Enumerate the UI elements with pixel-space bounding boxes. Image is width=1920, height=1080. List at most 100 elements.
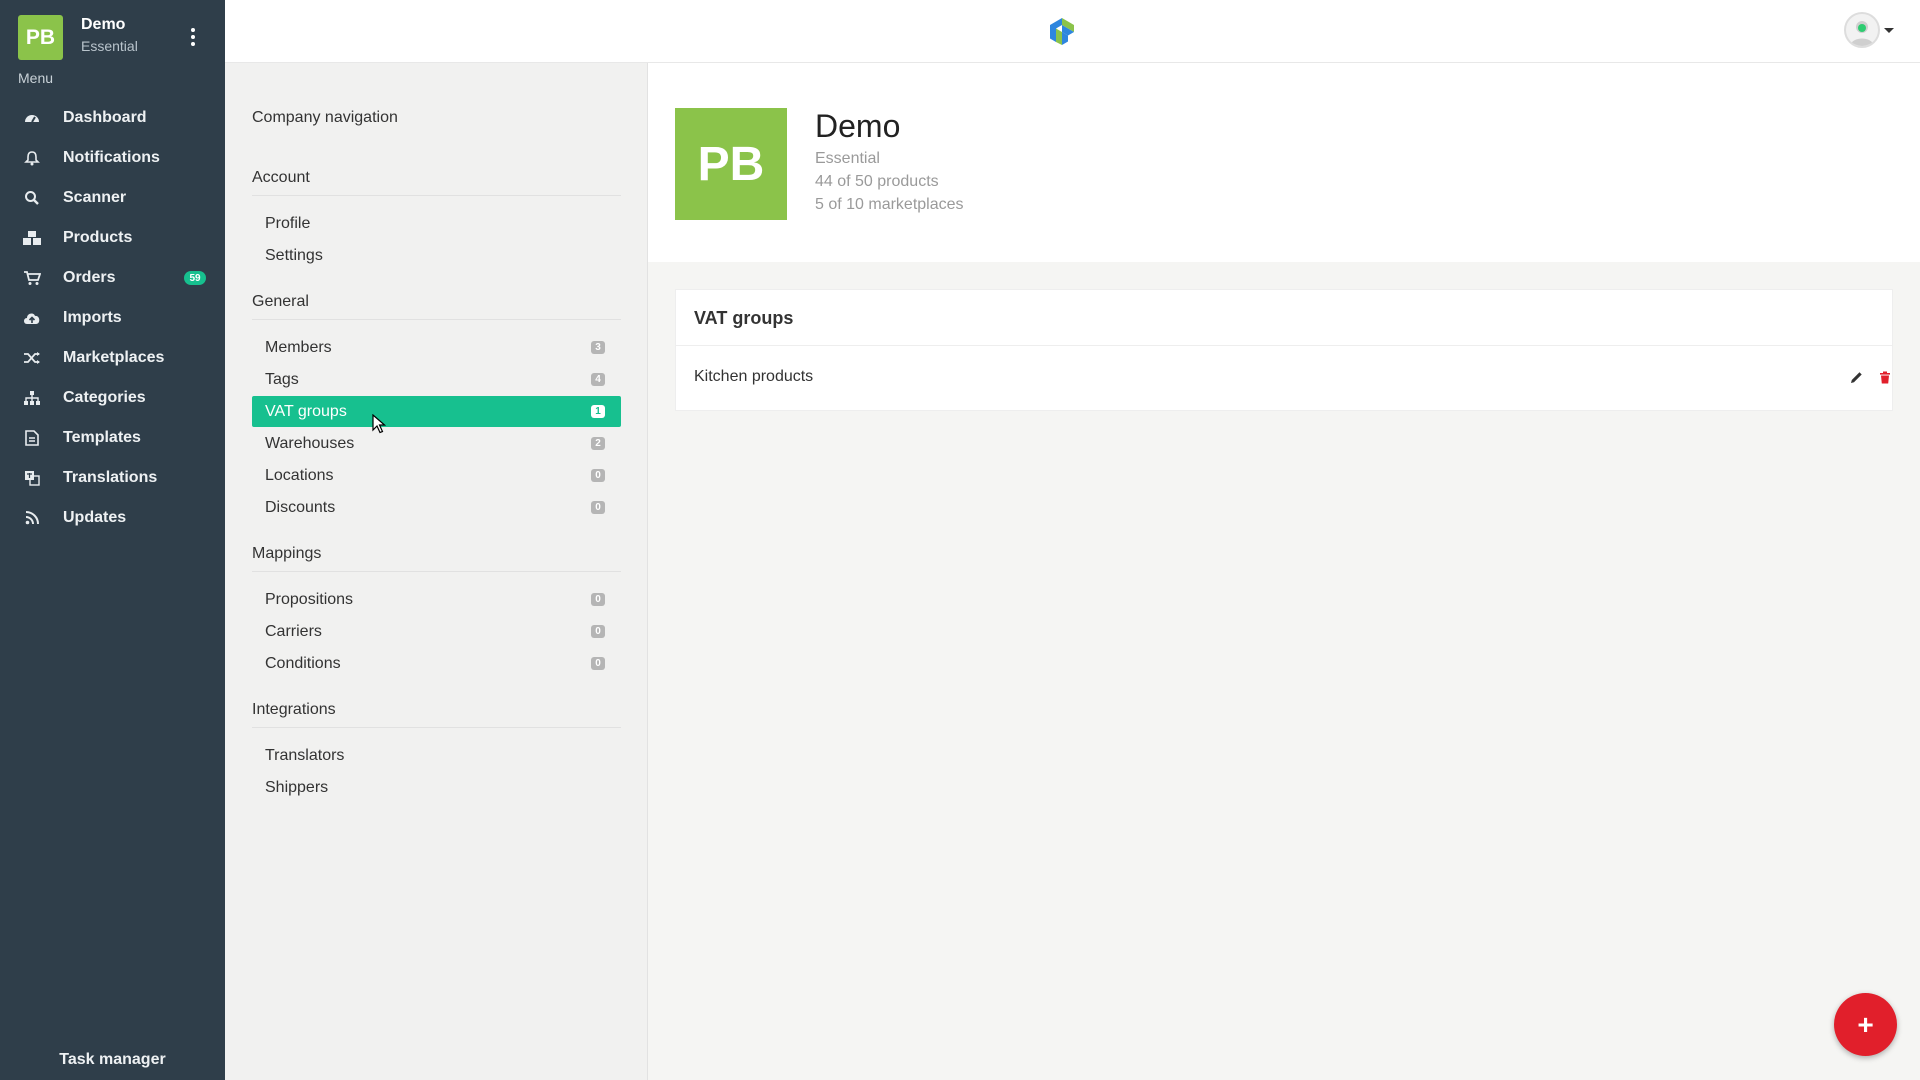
count-badge: 0 [591,593,605,606]
file-icon [22,428,42,448]
list-item[interactable]: Kitchen products [676,346,1892,410]
cubes-icon [22,228,42,248]
orders-count-badge: 59 [184,271,206,285]
kebab-menu-icon[interactable] [185,26,201,48]
nav-item-vat-groups[interactable]: VAT groups 1 [252,396,621,427]
nav-item-conditions[interactable]: Conditions 0 [252,648,621,679]
nav-item-label: Shippers [265,778,329,796]
nav-item-members[interactable]: Members 3 [252,332,621,363]
nav-item-label: Settings [265,246,323,264]
sidebar-item-label: Templates [63,429,141,446]
count-badge: 1 [591,405,605,418]
sidebar-item-translations[interactable]: Translations [0,458,225,498]
sidebar-item-updates[interactable]: Updates [0,498,225,538]
nav-item-label: Warehouses [265,434,355,452]
dashboard-icon [22,108,42,128]
mouse-cursor-icon [372,414,386,434]
sidebar-header: PB Demo Essential [0,0,225,72]
count-badge: 2 [591,437,605,450]
nav-item-discounts[interactable]: Discounts 0 [252,492,621,523]
sidebar-company-name: Demo [81,16,126,33]
nav-item-label: Conditions [265,654,341,672]
section-account: Account [252,169,621,196]
sidebar-item-label: Updates [63,509,127,526]
task-manager-button[interactable]: Task manager [0,1040,225,1080]
count-badge: 0 [591,501,605,514]
company-navigation-title: Company navigation [252,109,398,126]
vat-groups-panel: VAT groups Kitchen products [675,289,1893,411]
top-header [225,0,1920,63]
count-badge: 0 [591,657,605,670]
sidebar-nav: Dashboard Notifications Scanner Products… [0,98,225,538]
sidebar-item-label: Dashboard [63,109,147,126]
section-general: General [252,293,621,320]
sidebar-item-label: Imports [63,309,122,326]
pencil-icon[interactable] [1846,367,1866,387]
sidebar-item-label: Scanner [63,189,127,206]
nav-item-tags[interactable]: Tags 4 [252,364,621,395]
sidebar-item-templates[interactable]: Templates [0,418,225,458]
nav-item-label: Propositions [265,590,354,608]
sidebar-item-categories[interactable]: Categories [0,378,225,418]
company-navigation: Company navigation Account Profile Setti… [225,63,648,1080]
sidebar-item-label: Marketplaces [63,349,165,366]
sidebar-item-label: Notifications [63,149,160,166]
cloud-upload-icon [22,308,42,328]
nav-item-label: Carriers [265,622,322,640]
marketplaces-usage: 5 of 10 marketplaces [815,196,964,213]
user-menu[interactable] [1844,12,1894,48]
nav-item-warehouses[interactable]: Warehouses 2 [252,428,621,459]
sidebar-item-label: Categories [63,389,146,406]
nav-item-shippers[interactable]: Shippers [252,772,621,803]
online-status-icon [1858,24,1866,32]
chevron-down-icon[interactable] [1884,27,1894,33]
sidebar-company-plan: Essential [81,38,138,54]
count-badge: 0 [591,625,605,638]
company-logo: PB [675,108,787,220]
cart-icon [22,268,42,288]
company-summary: PB Demo Essential 44 of 50 products 5 of… [648,63,1920,262]
count-badge: 3 [591,341,605,354]
rss-icon [22,508,42,528]
nav-item-label: Locations [265,466,334,484]
sidebar-item-products[interactable]: Products [0,218,225,258]
nav-item-label: Translators [265,746,345,764]
trash-icon[interactable] [1875,367,1895,387]
sidebar-item-marketplaces[interactable]: Marketplaces [0,338,225,378]
sidebar-item-imports[interactable]: Imports [0,298,225,338]
nav-item-label: Tags [265,370,299,388]
nav-item-profile[interactable]: Profile [252,208,621,239]
products-usage: 44 of 50 products [815,173,939,190]
add-button[interactable]: + [1834,993,1897,1056]
nav-item-label: Members [265,338,332,356]
nav-item-label: Profile [265,214,311,232]
section-mappings: Mappings [252,545,621,572]
panel-title: VAT groups [694,308,794,328]
sidebar-item-notifications[interactable]: Notifications [0,138,225,178]
sidebar: PB Demo Essential Menu Dashboard Notific… [0,0,225,1080]
bell-icon [22,148,42,168]
company-avatar[interactable]: PB [18,15,63,60]
menu-label: Menu [18,70,54,86]
app-logo-icon[interactable] [1047,16,1077,46]
sidebar-item-label: Products [63,229,133,246]
nav-item-label: VAT groups [265,402,347,420]
nav-item-propositions[interactable]: Propositions 0 [252,584,621,615]
nav-item-locations[interactable]: Locations 0 [252,460,621,491]
company-name: Demo [815,108,901,144]
company-plan: Essential [815,150,880,167]
main-content: PB Demo Essential 44 of 50 products 5 of… [648,63,1920,1080]
nav-item-settings[interactable]: Settings [252,240,621,271]
sidebar-item-dashboard[interactable]: Dashboard [0,98,225,138]
vat-group-name: Kitchen products [694,368,814,385]
nav-item-translators[interactable]: Translators [252,740,621,771]
nav-item-carriers[interactable]: Carriers 0 [252,616,621,647]
count-badge: 4 [591,373,605,386]
nav-item-label: Discounts [265,498,336,516]
sidebar-item-label: Orders [63,269,116,286]
sitemap-icon [22,388,42,408]
count-badge: 0 [591,469,605,482]
search-icon [22,188,42,208]
sidebar-item-orders[interactable]: Orders 59 [0,258,225,298]
sidebar-item-scanner[interactable]: Scanner [0,178,225,218]
